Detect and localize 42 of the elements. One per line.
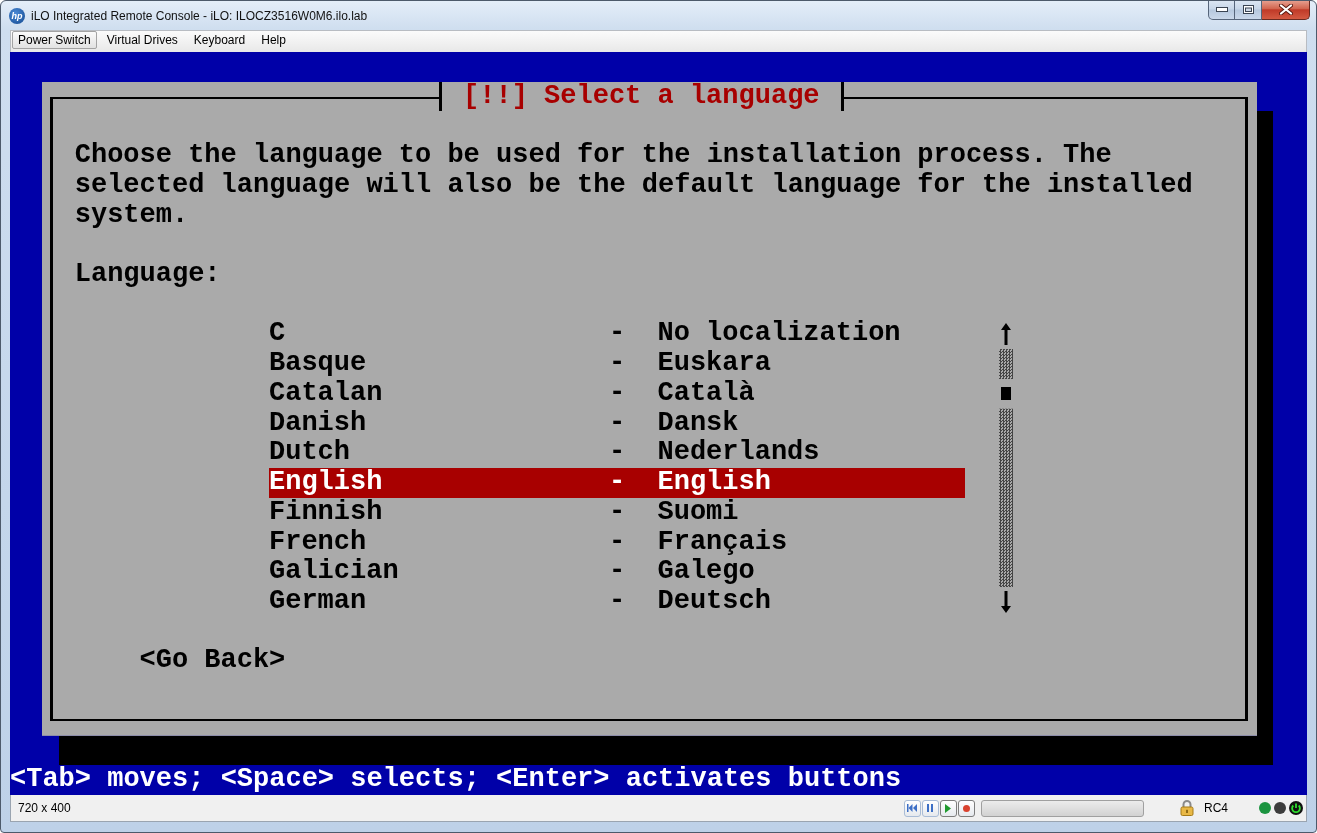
skip-to-start-button[interactable] <box>904 799 921 817</box>
maximize-button[interactable] <box>1235 1 1262 20</box>
play-button[interactable] <box>940 799 957 817</box>
language-option[interactable]: German - Deutsch <box>269 586 966 617</box>
language-option[interactable]: French - Français <box>269 527 966 558</box>
record-icon <box>963 804 970 812</box>
close-icon <box>1278 4 1293 15</box>
language-option[interactable]: English - English <box>269 468 966 498</box>
menu-item[interactable]: Power Switch <box>12 31 97 49</box>
field-label: Language: <box>74 260 221 290</box>
language-option[interactable]: Galician - Galego <box>269 557 966 587</box>
power-icon <box>1289 801 1303 815</box>
dialog-message: Choose the language to be used for the installation process. The selected language will also be the default language for the installed system. <box>74 141 1194 231</box>
padlock-icon <box>1180 800 1194 816</box>
scroll-down-arrow-icon <box>1000 590 1011 613</box>
window-title: iLO Integrated Remote Console - iLO: ILOCZ3516W0M6.ilo.lab <box>31 8 368 23</box>
help-text: <Tab> moves; <Space> selects; <Enter> activates buttons <box>10 765 902 795</box>
menu-item[interactable]: Virtual Drives <box>100 31 184 49</box>
language-option[interactable]: C - No localization <box>269 319 966 350</box>
minimize-button[interactable] <box>1208 1 1235 20</box>
record-button[interactable] <box>958 799 975 817</box>
menu-item[interactable]: Help <box>255 31 292 49</box>
scroll-up-arrow-icon <box>1000 323 1011 346</box>
language-option[interactable]: Finnish - Suomi <box>269 497 966 528</box>
pause-icon <box>927 804 934 812</box>
language-option[interactable]: Catalan - Català <box>269 378 966 409</box>
play-icon <box>945 803 952 813</box>
maximize-icon <box>1242 5 1254 14</box>
language-option[interactable]: Danish - Dansk <box>269 408 966 439</box>
close-button[interactable] <box>1262 1 1310 20</box>
dialog-title: [!!] Select a language <box>438 81 844 112</box>
scrollbar-thumb <box>1000 387 1011 401</box>
skip-to-start-icon <box>907 804 918 812</box>
app-logo: hp <box>9 7 25 24</box>
go-back-button[interactable]: <Go Back> <box>139 646 286 677</box>
pause-button[interactable] <box>922 799 939 817</box>
language-option[interactable]: Basque - Euskara <box>269 349 966 379</box>
resolution-label: 720 x 400 <box>18 801 71 815</box>
menu-item[interactable]: Keyboard <box>187 31 252 49</box>
encryption-label: RC4 <box>1204 801 1228 815</box>
minimize-icon <box>1215 7 1228 12</box>
language-option[interactable]: Dutch - Nederlands <box>269 438 966 469</box>
